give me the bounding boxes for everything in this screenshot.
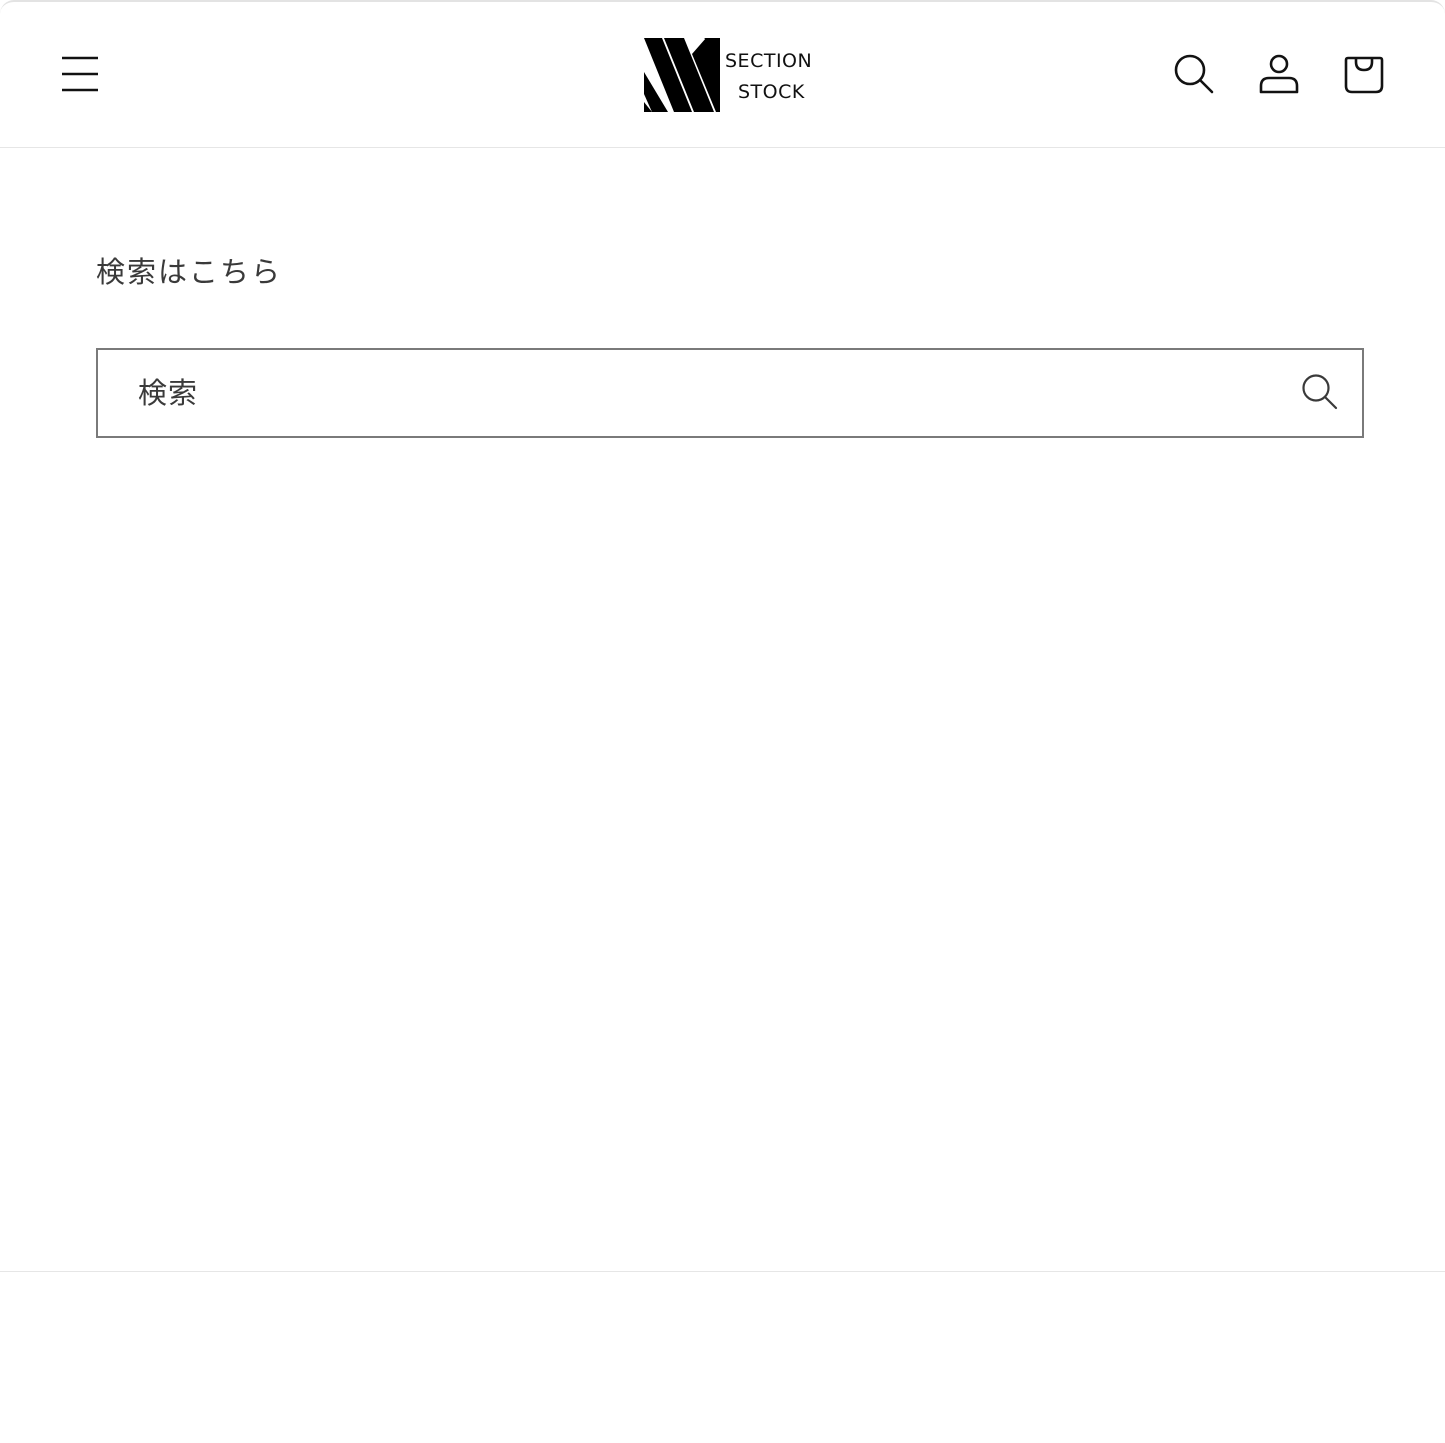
search-input[interactable]	[98, 350, 1278, 436]
logo-mark-icon	[640, 36, 722, 120]
page: SECTION STOCK 検索はこちら 検索	[0, 0, 1445, 1443]
site-header: SECTION STOCK	[0, 2, 1445, 148]
cart-button[interactable]	[1332, 42, 1396, 106]
account-icon	[1257, 52, 1301, 96]
search-form	[96, 348, 1364, 438]
cart-icon	[1342, 52, 1386, 96]
main-content: 検索はこちら	[0, 149, 1445, 1271]
search-submit-button[interactable]	[1288, 361, 1352, 425]
search-icon	[1172, 52, 1216, 96]
logo-text-line-1: SECTION	[725, 50, 813, 72]
search-icon	[1300, 372, 1340, 415]
hamburger-menu-icon	[60, 54, 100, 94]
menu-button[interactable]	[48, 42, 112, 106]
page-title: 検索はこちら	[96, 255, 283, 289]
site-footer	[0, 1272, 1445, 1443]
account-button[interactable]	[1247, 42, 1311, 106]
header-search-button[interactable]	[1162, 42, 1226, 106]
site-logo-link[interactable]: SECTION STOCK	[640, 36, 816, 116]
logo-text-line-2: STOCK	[738, 81, 805, 103]
